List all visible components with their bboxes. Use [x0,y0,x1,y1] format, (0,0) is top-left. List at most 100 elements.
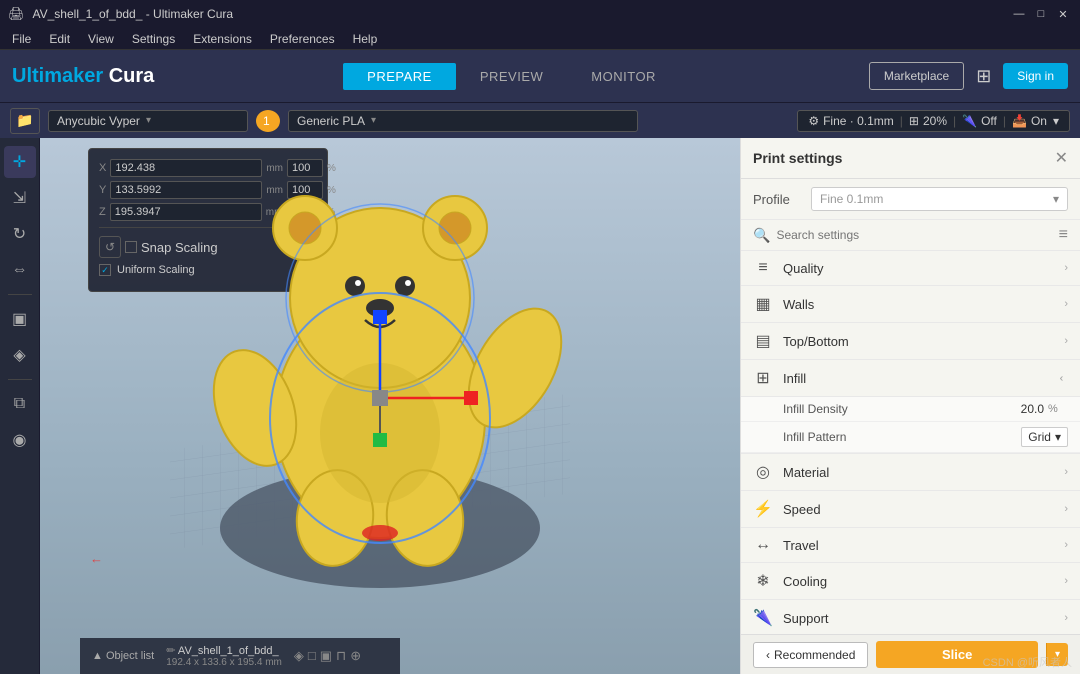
infill-arrow-icon: ⌄ [1057,373,1070,382]
settings-section-cooling[interactable]: ❄ Cooling › [741,563,1080,600]
settings-chevron-icon: ▾ [1053,114,1059,128]
viewport[interactable]: X mm % Y mm % Z mm % [40,138,740,674]
menu-help[interactable]: Help [345,30,386,48]
infill-pattern-dropdown[interactable]: Grid ▾ [1021,427,1068,447]
object-icon-4[interactable]: ⊓ [336,648,346,664]
material-name: Generic PLA [297,114,365,128]
infill-pattern-value: Grid [1028,430,1051,444]
material-dropdown[interactable]: Generic PLA ▾ [288,110,638,132]
search-menu-icon[interactable]: ≡ [1059,226,1068,244]
open-folder-button[interactable]: 📁 [10,108,40,134]
settings-section-support[interactable]: 🌂 Support › [741,600,1080,634]
menu-settings[interactable]: Settings [124,30,183,48]
settings-section-travel[interactable]: ↔ Travel › [741,528,1080,563]
topbottom-icon: ▤ [753,331,773,351]
speed-label: Speed [783,502,1054,517]
arrange-button[interactable]: ⧉ [4,388,36,420]
printer-chevron-icon: ▾ [146,115,151,126]
support-section-icon: 🌂 [753,608,773,628]
profile-dropdown[interactable]: Fine 0.1mm ▾ [811,187,1068,211]
search-input[interactable] [776,228,1052,242]
infill-density-label: Infill Density [783,402,1021,416]
support-blocker-button[interactable]: ◈ [4,339,36,371]
logo-cura: Cura [109,65,155,87]
cooling-arrow-icon: › [1064,575,1068,587]
object-name: ✏ AV_shell_1_of_bdd_ [166,644,282,657]
print-settings-panel: Print settings ✕ Profile Fine 0.1mm ▾ 🔍 … [740,138,1080,674]
settings-section-material[interactable]: ◎ Material › [741,454,1080,491]
title-bar-controls: — □ ✕ [1010,5,1072,23]
menu-edit[interactable]: Edit [41,30,78,48]
support-section-label: Support [783,611,1054,626]
settings-section-infill[interactable]: ⊞ Infill ⌄ [741,360,1080,397]
infill-section-icon: ⊞ [753,368,773,388]
recommended-button[interactable]: ‹ Recommended [753,642,868,668]
object-list-toggle[interactable]: ▲ Object list [92,650,154,662]
recommended-label: Recommended [774,648,855,662]
scale-tool-button[interactable]: ⇲ [4,182,36,214]
support-icon: 🌂 [962,114,977,128]
object-size: 192.4 x 133.6 x 195.4 mm [166,657,282,668]
rotate-tool-button[interactable]: ↻ [4,218,36,250]
tab-preview[interactable]: PREVIEW [456,63,567,90]
tab-prepare[interactable]: PREPARE [343,63,456,90]
logo-ultimaker: Ultimaker [12,65,103,87]
travel-label: Travel [783,538,1054,553]
search-row: 🔍 ≡ [741,220,1080,251]
settings-section-topbottom[interactable]: ▤ Top/Bottom › [741,323,1080,360]
settings-icon: ⚙ [808,114,819,128]
walls-icon: ▦ [753,294,773,314]
left-toolbar: ✛ ⇲ ↻ ⇔ ▣ ◈ ⧉ ◉ [0,138,40,674]
menu-preferences[interactable]: Preferences [262,30,343,48]
marketplace-button[interactable]: Marketplace [869,62,964,90]
settings-section-quality[interactable]: ≡ Quality › [741,251,1080,286]
settings-section-speed[interactable]: ⚡ Speed › [741,491,1080,528]
search-icon: 🔍 [753,227,770,244]
infill-density-unit: % [1048,403,1068,415]
quality-icon: ≡ [753,259,773,277]
adhesion-setting[interactable]: 📥 On [1012,114,1047,128]
maximize-button[interactable]: □ [1032,5,1050,23]
print-settings-title: Print settings [753,150,842,166]
apps-icon[interactable]: ⊞ [972,62,995,91]
infill-density-value: 20.0 [1021,402,1044,416]
tab-monitor[interactable]: MONITOR [567,63,680,90]
main-content: ✛ ⇲ ↻ ⇔ ▣ ◈ ⧉ ◉ X mm % Y mm % [0,138,1080,674]
close-button[interactable]: ✕ [1054,5,1072,23]
infill-section-label: Infill [783,371,1049,386]
object-icon-5[interactable]: ⊕ [350,648,361,664]
move-tool-button[interactable]: ✛ [4,146,36,178]
menu-view[interactable]: View [80,30,122,48]
infill-icon: ⊞ [909,114,919,128]
object-icon-3[interactable]: ▣ [320,648,332,664]
object-icon-1[interactable]: ◈ [294,648,304,664]
object-icon-2[interactable]: □ [308,648,316,664]
travel-icon: ↔ [753,536,773,554]
menu-file[interactable]: File [4,30,39,48]
slice-preview-button[interactable]: ◉ [4,424,36,456]
printer-dropdown[interactable]: Anycubic Vyper ▾ [48,110,248,132]
quality-arrow-icon: › [1064,262,1068,274]
per-model-button[interactable]: ▣ [4,303,36,335]
header: Ultimaker Cura PREPARE PREVIEW MONITOR M… [0,50,1080,102]
svg-text:←: ← [90,551,103,566]
profile-chevron-icon: ▾ [1053,192,1059,206]
material-arrow-icon: › [1064,466,1068,478]
infill-pattern-chevron-icon: ▾ [1055,430,1061,444]
quality-setting[interactable]: ⚙ Fine · 0.1mm [808,114,893,128]
topbottom-arrow-icon: › [1064,335,1068,347]
print-settings-close-button[interactable]: ✕ [1055,148,1068,168]
signin-button[interactable]: Sign in [1003,63,1068,89]
material-section-icon: ◎ [753,462,773,482]
settings-section-walls[interactable]: ▦ Walls › [741,286,1080,323]
mirror-tool-button[interactable]: ⇔ [4,254,36,286]
menu-extensions[interactable]: Extensions [185,30,260,48]
material-section-label: Material [783,465,1054,480]
adhesion-icon: 📥 [1012,114,1027,128]
cooling-icon: ❄ [753,571,773,591]
recommended-chevron-icon: ‹ [766,648,770,662]
minimize-button[interactable]: — [1010,5,1028,23]
quick-settings: ⚙ Fine · 0.1mm | ⊞ 20% | 🌂 Off | 📥 On ▾ [797,110,1070,132]
support-setting[interactable]: 🌂 Off [962,114,997,128]
infill-setting[interactable]: ⊞ 20% [909,114,947,128]
